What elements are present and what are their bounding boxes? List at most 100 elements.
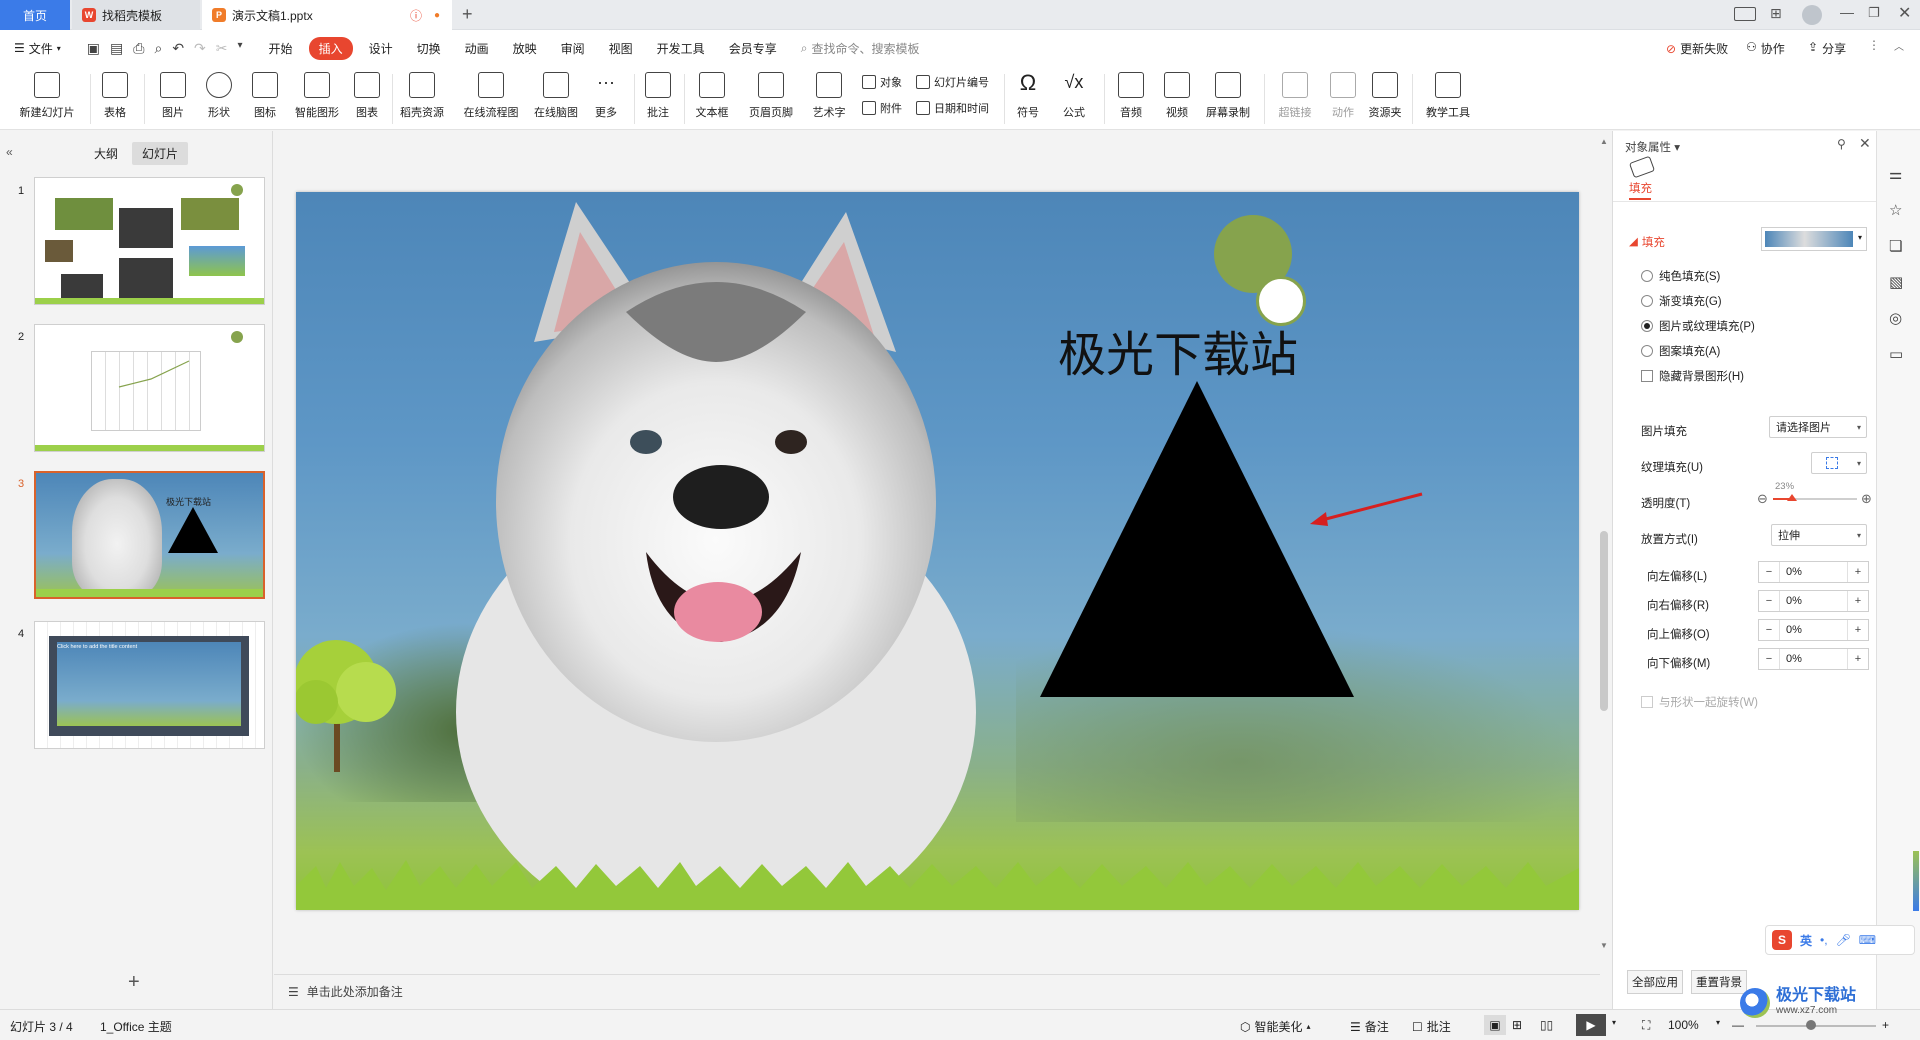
properties-icon[interactable]: ⚌ [1889, 165, 1902, 183]
play-slideshow-icon[interactable]: ▶ [1576, 1014, 1606, 1036]
punctuation-icon[interactable]: •, [1820, 933, 1828, 947]
zoom-out-icon[interactable]: — [1732, 1018, 1744, 1032]
fill-section-header[interactable]: ◢ 填充 [1629, 234, 1665, 250]
icon-button[interactable]: 图标 [242, 70, 288, 120]
slide-thumbnail-2[interactable] [34, 324, 265, 452]
attachment-button[interactable]: 附件 [862, 100, 902, 116]
plus-icon[interactable]: + [1848, 595, 1868, 607]
menu-member[interactable]: 会员专享 [717, 40, 789, 57]
minus-icon[interactable]: − [1759, 566, 1779, 578]
keyboard-icon[interactable]: ⌨ [1859, 933, 1876, 947]
slides-icon[interactable]: ❏ [1889, 237, 1902, 255]
slide-canvas[interactable]: 极光下载站 [296, 192, 1579, 910]
table-button[interactable]: 表格 [92, 70, 138, 120]
increase-icon[interactable]: ⊕ [1861, 491, 1872, 507]
fill-tab[interactable]: 填充 [1629, 180, 1652, 196]
collapse-ribbon-icon[interactable]: ︿ [1894, 38, 1904, 53]
object-button[interactable]: 对象 [862, 74, 902, 90]
tab-outline[interactable]: 大纲 [94, 145, 118, 162]
decrease-icon[interactable]: ⊖ [1757, 491, 1768, 507]
panel-title[interactable]: 对象属性 ▾ [1625, 139, 1680, 155]
notes-toggle[interactable]: ☰ 备注 [1350, 1018, 1389, 1035]
offset-right-stepper[interactable]: −0% + [1758, 590, 1869, 612]
menu-home[interactable]: 开始 [257, 40, 305, 57]
panel-close-icon[interactable]: ✕ [1859, 135, 1871, 152]
offset-left-value[interactable]: 0% [1779, 562, 1848, 582]
triangle-shape[interactable] [1038, 379, 1356, 699]
action-button[interactable]: 动作 [1320, 70, 1366, 120]
chart-button[interactable]: 图表 [346, 70, 388, 120]
file-menu[interactable]: ☰ 文件 ▾ [0, 40, 73, 57]
solid-fill-option[interactable]: 纯色填充(S) [1641, 268, 1720, 284]
export-pdf-icon[interactable]: ▤ [110, 40, 123, 57]
book-icon[interactable]: ▭ [1889, 345, 1903, 363]
datetime-button[interactable]: 日期和时间 [916, 100, 989, 116]
theme-name[interactable]: 1_Office 主题 [100, 1018, 172, 1035]
add-slide-icon[interactable]: + [128, 971, 140, 994]
menu-review[interactable]: 审阅 [549, 40, 597, 57]
transparency-slider[interactable] [1773, 494, 1857, 501]
redo-icon[interactable]: ↷ [194, 40, 206, 57]
docer-resource-button[interactable]: 稻壳资源 [394, 70, 450, 120]
header-footer-button[interactable]: 页眉页脚 [742, 70, 800, 120]
picture-fill-select[interactable]: 请选择图片 ▾ [1769, 416, 1867, 438]
video-button[interactable]: 视频 [1154, 70, 1200, 120]
menu-design[interactable]: 设计 [357, 40, 405, 57]
ime-toolbar[interactable]: S 英 •, 🎤︎ ⌨ [1765, 925, 1915, 955]
plus-icon[interactable]: + [1848, 566, 1868, 578]
fill-preview-dropdown[interactable]: ▾ [1761, 227, 1867, 251]
slide-thumbnail-4[interactable]: Click here to add the title content [34, 621, 265, 749]
offset-right-value[interactable]: 0% [1779, 591, 1848, 611]
offset-bottom-value[interactable]: 0% [1779, 649, 1848, 669]
collapse-panel-icon[interactable]: « [6, 145, 13, 159]
radio[interactable] [1641, 270, 1653, 282]
scrollbar-thumb[interactable] [1600, 531, 1608, 711]
rotate-with-shape-option[interactable]: 与形状一起旋转(W) [1641, 694, 1758, 710]
slide-thumbnail-1[interactable] [34, 177, 265, 305]
slide-number-button[interactable]: 幻灯片编号 [916, 74, 989, 90]
chevron-down-icon[interactable]: ▾ [1612, 1018, 1616, 1027]
hyperlink-button[interactable]: 超链接 [1270, 70, 1320, 120]
collaborate-button[interactable]: ⚇ 协作 [1746, 40, 1785, 57]
smart-beautify-button[interactable]: ⬡ 智能美化 ▴ [1240, 1018, 1311, 1035]
slide-sorter-icon[interactable]: ⊞ [1512, 1018, 1522, 1032]
teaching-tools-button[interactable]: 教学工具 [1420, 70, 1476, 120]
menu-view[interactable]: 视图 [597, 40, 645, 57]
new-tab-plus-icon[interactable]: + [462, 4, 473, 25]
zoom-slider-handle[interactable] [1806, 1020, 1816, 1030]
minus-icon[interactable]: − [1759, 624, 1779, 636]
slider-handle[interactable] [1787, 494, 1798, 501]
slide-title[interactable]: 极光下载站 [1058, 315, 1298, 385]
placement-select[interactable]: 拉伸 ▾ [1771, 524, 1867, 546]
apply-all-button[interactable]: 全部应用 [1627, 970, 1683, 994]
animation-icon[interactable]: ☆ [1889, 201, 1902, 219]
checkbox[interactable] [1641, 370, 1653, 382]
fill-bucket-icon[interactable] [1628, 155, 1656, 179]
pin-icon[interactable]: ⚲ [1837, 137, 1846, 151]
microphone-icon[interactable]: 🎤︎ [1836, 933, 1851, 947]
undo-icon[interactable]: ↶ [172, 40, 184, 57]
notes-bar[interactable]: ☰ 单击此处添加备注 [274, 974, 1600, 1008]
update-status[interactable]: ⊘ 更新失败 [1666, 40, 1728, 57]
zoom-in-icon[interactable]: + [1882, 1018, 1889, 1032]
resource-button[interactable]: 资源夹 [1362, 70, 1408, 120]
picture-fill-option[interactable]: 图片或纹理填充(P) [1641, 318, 1755, 334]
menu-animation[interactable]: 动画 [453, 40, 501, 57]
comment-button[interactable]: 批注 [636, 70, 680, 120]
menu-developer[interactable]: 开发工具 [645, 40, 717, 57]
restore-icon[interactable]: ❐ [1868, 5, 1880, 21]
minus-icon[interactable]: − [1759, 653, 1779, 665]
ime-language[interactable]: 英 [1800, 932, 1812, 949]
offset-top-value[interactable]: 0% [1779, 620, 1848, 640]
print-preview-icon[interactable]: ⌕ [154, 40, 162, 57]
menu-transition[interactable]: 切换 [405, 40, 453, 57]
zoom-slider[interactable] [1756, 1025, 1876, 1027]
flowchart-button[interactable]: 在线流程图 [458, 70, 524, 120]
location-icon[interactable]: ◎ [1889, 309, 1902, 327]
radio[interactable] [1641, 345, 1653, 357]
tab-slides[interactable]: 幻灯片 [132, 142, 189, 165]
radio[interactable] [1641, 295, 1653, 307]
save-icon[interactable]: ▣ [87, 40, 100, 57]
smart-art-button[interactable]: 智能图形 [288, 70, 346, 120]
comments-toggle[interactable]: ☐ 批注 [1412, 1018, 1451, 1035]
